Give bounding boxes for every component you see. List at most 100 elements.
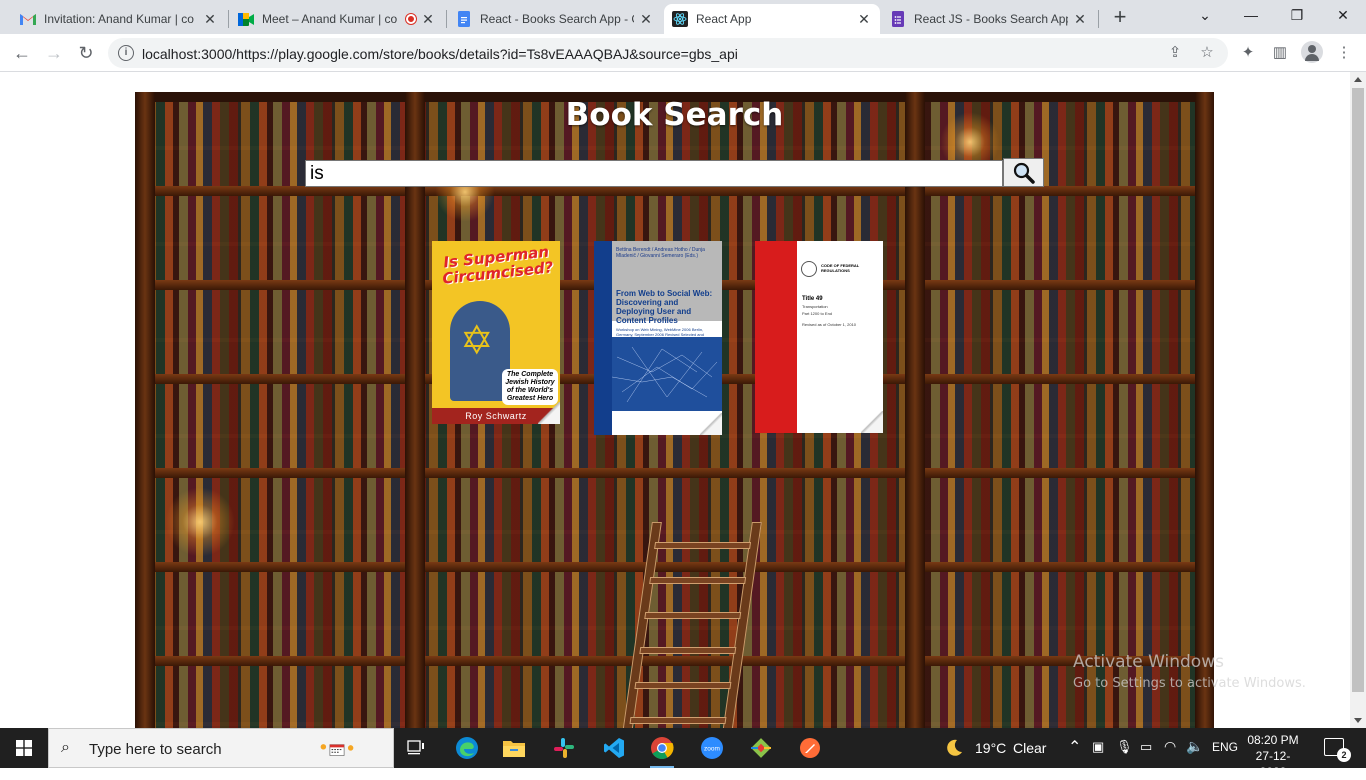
microphone-icon[interactable]: 🎙 [1116, 739, 1133, 755]
close-tab-icon[interactable]: ✕ [1072, 11, 1088, 27]
book-cover-title: Title 49 [802, 296, 823, 302]
taskbar-chrome[interactable] [642, 732, 682, 768]
weather-temperature[interactable]: 19°C [975, 740, 1006, 756]
page-curl-icon [700, 413, 722, 435]
search-input[interactable] [305, 160, 1003, 187]
windows-logo-icon [16, 740, 32, 756]
system-clock[interactable]: 08:20 PM 27-12-2022 [1246, 732, 1300, 780]
start-button[interactable] [0, 728, 48, 768]
task-view-button[interactable] [396, 732, 436, 764]
forward-button[interactable]: → [42, 41, 66, 65]
site-info-icon[interactable]: i [118, 45, 134, 61]
book-cover-editors: Bettina Berendt / Andreas Hotho / Dunja … [616, 247, 705, 259]
tab-search-icon[interactable]: ⌄ [1182, 0, 1228, 30]
react-icon [672, 11, 688, 27]
language-indicator[interactable]: ENG [1212, 740, 1238, 754]
taskbar-slack[interactable] [544, 732, 584, 764]
tab-meet[interactable]: Meet – Anand Kumar | co ✕ [230, 4, 444, 34]
postman-icon [800, 738, 820, 758]
page-curl-icon [861, 411, 883, 433]
task-view-icon [407, 740, 424, 755]
scroll-up-icon[interactable] [1354, 77, 1362, 82]
taskbar-search[interactable]: ⌕ Type here to search [48, 728, 394, 768]
show-hidden-icons-chevron-icon[interactable]: ⌃ [1068, 737, 1081, 757]
minimize-button[interactable]: — [1228, 0, 1274, 30]
tab-divider [446, 10, 447, 28]
page-title: Book Search [565, 97, 784, 133]
url-text[interactable]: localhost:3000/https://play.google.com/s… [142, 46, 738, 62]
tab-label: React - Books Search App - G [480, 12, 634, 26]
tab-label: Meet – Anand Kumar | co [262, 12, 398, 26]
tab-label: React JS - Books Search App [914, 12, 1068, 26]
restore-button[interactable]: ❐ [1274, 0, 1320, 30]
taskbar-file-explorer[interactable] [494, 732, 534, 764]
book-cover-line: Revised as of October 1, 2010 [802, 322, 857, 327]
profile-avatar[interactable] [1301, 41, 1323, 63]
reload-button[interactable]: ↻ [74, 41, 98, 65]
star-of-david-icon: ✡ [460, 319, 494, 363]
weather-condition[interactable]: Clear [1013, 740, 1046, 756]
search-icon: ⌕ [61, 739, 70, 756]
clock-time: 08:20 PM [1247, 733, 1299, 747]
slack-icon [554, 738, 574, 758]
zoom-icon: zoom [701, 737, 723, 759]
back-button[interactable]: ← [10, 41, 34, 65]
book-cover-line: Part 1200 to End [802, 311, 833, 316]
volume-icon[interactable]: 🔈 [1186, 738, 1203, 755]
address-bar[interactable]: i localhost:3000/https://play.google.com… [108, 38, 1228, 68]
taskbar: ⌕ Type here to search zoom 19°C Clear ⌃ … [0, 728, 1366, 779]
tab-label: Invitation: Anand Kumar | co [44, 12, 194, 26]
google-forms-icon [890, 11, 906, 27]
book-result-3[interactable]: CODE OF FEDERAL REGULATIONS Title 49 Tra… [755, 241, 883, 433]
tab-gmail[interactable]: Invitation: Anand Kumar | co ✕ [12, 4, 226, 34]
network-graph-image [611, 337, 722, 411]
watermark-subtitle: Go to Settings to activate Windows. [1073, 676, 1306, 691]
gmail-icon [20, 11, 36, 27]
page-viewport: Book Search Is Superman Circumcised? ✡ T… [0, 72, 1350, 728]
book-cover-publisher: Springer [620, 421, 643, 427]
share-icon[interactable]: ⇪ [1166, 44, 1184, 62]
taskbar-git-app[interactable] [741, 732, 781, 764]
extensions-icon[interactable]: ✦ [1238, 43, 1258, 63]
tab-forms[interactable]: React JS - Books Search App ✕ [882, 4, 1096, 34]
close-window-button[interactable]: ✕ [1320, 0, 1366, 30]
battery-icon[interactable]: ▭ [1140, 739, 1152, 755]
more-menu-icon[interactable]: ⋮ [1334, 43, 1354, 63]
meet-tray-icon[interactable]: ▣ [1092, 739, 1104, 755]
tab-label: React App [696, 12, 752, 26]
taskbar-search-placeholder: Type here to search [89, 741, 222, 758]
book-result-1[interactable]: Is Superman Circumcised? ✡ The Complete … [432, 241, 560, 424]
notification-count: 2 [1337, 748, 1351, 762]
book-cover-title: From Web to Social Web: Discovering and … [616, 289, 713, 325]
tab-docs[interactable]: React - Books Search App - G ✕ [448, 4, 662, 34]
git-diamond-icon [751, 738, 771, 758]
scroll-down-icon[interactable] [1354, 718, 1362, 723]
book-cover-header: CODE OF FEDERAL REGULATIONS [821, 263, 860, 273]
new-tab-button[interactable]: + [1108, 6, 1132, 30]
notification-center-icon[interactable]: 2 [1324, 738, 1351, 762]
vertical-scrollbar[interactable] [1350, 72, 1366, 728]
tab-divider [1098, 10, 1099, 28]
close-tab-icon[interactable]: ✕ [202, 11, 218, 27]
side-panel-icon[interactable]: ▥ [1270, 43, 1290, 63]
taskbar-edge[interactable] [447, 732, 487, 764]
edge-icon [456, 737, 478, 759]
book-result-2[interactable]: Bettina Berendt / Andreas Hotho / Dunja … [594, 241, 722, 435]
taskbar-zoom[interactable]: zoom [692, 732, 732, 764]
bookmark-star-icon[interactable]: ☆ [1198, 44, 1216, 62]
wifi-icon[interactable]: ◠ [1164, 738, 1176, 755]
activate-windows-watermark: Activate Windows Go to Settings to activ… [1073, 652, 1306, 691]
tab-react-app[interactable]: React App ✕ [664, 4, 880, 34]
taskbar-vscode[interactable] [594, 732, 634, 764]
close-tab-icon[interactable]: ✕ [420, 11, 436, 27]
close-tab-icon[interactable]: ✕ [856, 11, 872, 27]
close-tab-icon[interactable]: ✕ [638, 11, 654, 27]
vscode-icon [604, 738, 624, 758]
search-button[interactable] [1003, 158, 1044, 187]
calendar-highlight-icon [320, 744, 354, 756]
magnifier-icon [1013, 162, 1035, 184]
scrollbar-thumb[interactable] [1352, 88, 1364, 692]
tab-divider [228, 10, 229, 28]
google-docs-icon [456, 11, 472, 27]
taskbar-postman[interactable] [790, 732, 830, 764]
